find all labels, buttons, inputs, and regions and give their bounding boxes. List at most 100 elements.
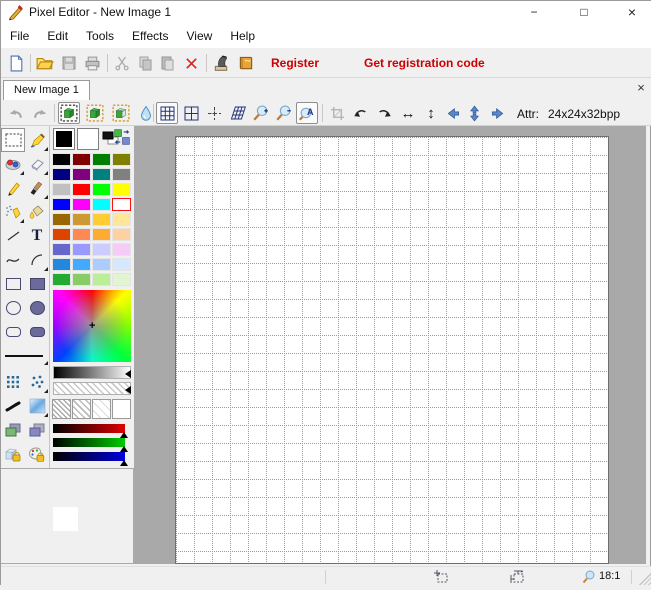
rotate-right-button[interactable]	[373, 102, 395, 124]
blue-slider[interactable]	[53, 452, 125, 461]
gradient-tool[interactable]	[25, 394, 49, 418]
color-swatch[interactable]	[52, 273, 71, 286]
shift-right-button[interactable]	[487, 102, 507, 124]
color-swatch[interactable]	[52, 243, 71, 256]
line-width-button[interactable]	[1, 344, 49, 366]
maximize-button[interactable]: □	[564, 1, 604, 24]
arc-tool[interactable]	[25, 248, 49, 272]
curve-tool[interactable]	[1, 248, 25, 272]
cut-button[interactable]	[111, 52, 133, 74]
grid-perspective-button[interactable]	[226, 102, 248, 124]
pattern-matrix-tool[interactable]	[1, 370, 25, 394]
color-swatch[interactable]	[92, 273, 111, 286]
swap-colors-button[interactable]	[112, 127, 132, 147]
resize-canvas-button[interactable]	[463, 102, 485, 124]
zoom-actual-button[interactable]: A	[296, 102, 318, 124]
airbrush-tool[interactable]	[1, 200, 25, 224]
menu-edit[interactable]: Edit	[38, 26, 77, 46]
color-swatch[interactable]	[52, 183, 71, 196]
color-swatch[interactable]	[72, 228, 91, 241]
get-registration-code-link[interactable]: Get registration code	[364, 56, 485, 70]
color-swatch[interactable]	[112, 273, 131, 286]
delete-button[interactable]	[180, 52, 202, 74]
color-swatch[interactable]	[72, 273, 91, 286]
pattern-dense[interactable]	[52, 399, 71, 419]
tab-new-image-1[interactable]: New Image 1	[3, 80, 90, 100]
pattern-medium[interactable]	[72, 399, 91, 419]
menu-help[interactable]: Help	[221, 26, 264, 46]
color-swatch[interactable]	[72, 258, 91, 271]
flip-vertical-button[interactable]: ↕	[421, 102, 441, 124]
green-slider[interactable]	[53, 438, 125, 447]
menu-effects[interactable]: Effects	[123, 26, 177, 46]
color-swatch[interactable]	[112, 198, 131, 211]
color-swatch[interactable]	[112, 153, 131, 166]
rectangle-filled-tool[interactable]	[25, 272, 49, 296]
ellipse-outline-tool[interactable]	[1, 296, 25, 320]
grayscale-marker[interactable]	[125, 370, 131, 378]
selection-transparent-button[interactable]	[84, 102, 106, 124]
color-swatch[interactable]	[112, 168, 131, 181]
zoom-in-button[interactable]	[250, 102, 272, 124]
register-button[interactable]	[210, 52, 232, 74]
register-link[interactable]: Register	[271, 56, 319, 70]
lock-pixels-tool[interactable]	[1, 442, 25, 466]
grid-coarse-button[interactable]	[180, 102, 202, 124]
minimize-button[interactable]: −	[514, 1, 554, 24]
grayscale-slider[interactable]	[53, 366, 131, 379]
pattern-solid[interactable]	[112, 399, 131, 419]
alpha-marker[interactable]	[125, 386, 131, 394]
color-swatch[interactable]	[92, 228, 111, 241]
color-swatch[interactable]	[52, 258, 71, 271]
crop-button[interactable]	[326, 102, 348, 124]
fill-tool[interactable]	[25, 200, 49, 224]
menu-file[interactable]: File	[1, 26, 38, 46]
lock-palette-tool[interactable]	[25, 442, 49, 466]
color-swatch[interactable]	[72, 198, 91, 211]
color-swatch[interactable]	[52, 168, 71, 181]
foreground-color-swatch[interactable]	[53, 128, 75, 150]
brush-tool[interactable]	[25, 176, 49, 200]
rounded-rect-filled-tool[interactable]	[25, 320, 49, 344]
menu-view[interactable]: View	[178, 26, 222, 46]
color-swatch[interactable]	[72, 243, 91, 256]
background-color-swatch[interactable]	[77, 128, 99, 150]
color-swatch[interactable]	[92, 198, 111, 211]
alpha-slider[interactable]	[53, 382, 131, 395]
color-swatch[interactable]	[72, 168, 91, 181]
open-button[interactable]	[34, 52, 56, 74]
shift-left-button[interactable]	[443, 102, 463, 124]
rotate-left-button[interactable]	[349, 102, 371, 124]
redo-button[interactable]	[29, 102, 51, 124]
copy-button[interactable]	[134, 52, 156, 74]
select-rectangle-tool[interactable]	[1, 128, 25, 152]
color-swatch[interactable]	[112, 213, 131, 226]
color-swatch[interactable]	[72, 153, 91, 166]
new-button[interactable]	[5, 52, 27, 74]
stroke-tool[interactable]	[1, 394, 25, 418]
pencil-tool[interactable]	[1, 176, 25, 200]
color-swatch[interactable]	[92, 168, 111, 181]
blue-slider-marker[interactable]	[120, 460, 128, 466]
grid-fine-button[interactable]	[156, 102, 178, 124]
ellipse-filled-tool[interactable]	[25, 296, 49, 320]
color-swatch[interactable]	[52, 228, 71, 241]
undo-button[interactable]	[4, 102, 26, 124]
color-swatch[interactable]	[72, 183, 91, 196]
pattern-light[interactable]	[92, 399, 111, 419]
rounded-rect-outline-tool[interactable]	[1, 320, 25, 344]
color-swatch[interactable]	[92, 243, 111, 256]
color-swatch[interactable]	[52, 213, 71, 226]
print-button[interactable]	[81, 52, 103, 74]
color-swatch[interactable]	[72, 213, 91, 226]
save-button[interactable]	[58, 52, 80, 74]
color-swatch[interactable]	[112, 228, 131, 241]
line-tool[interactable]	[1, 224, 25, 248]
color-swatch[interactable]	[52, 153, 71, 166]
resize-grip[interactable]	[639, 573, 651, 585]
color-swatch[interactable]	[52, 198, 71, 211]
color-swatch[interactable]	[112, 258, 131, 271]
rectangle-outline-tool[interactable]	[1, 272, 25, 296]
color-swatch[interactable]	[92, 258, 111, 271]
selection-halftone-button[interactable]	[110, 102, 132, 124]
